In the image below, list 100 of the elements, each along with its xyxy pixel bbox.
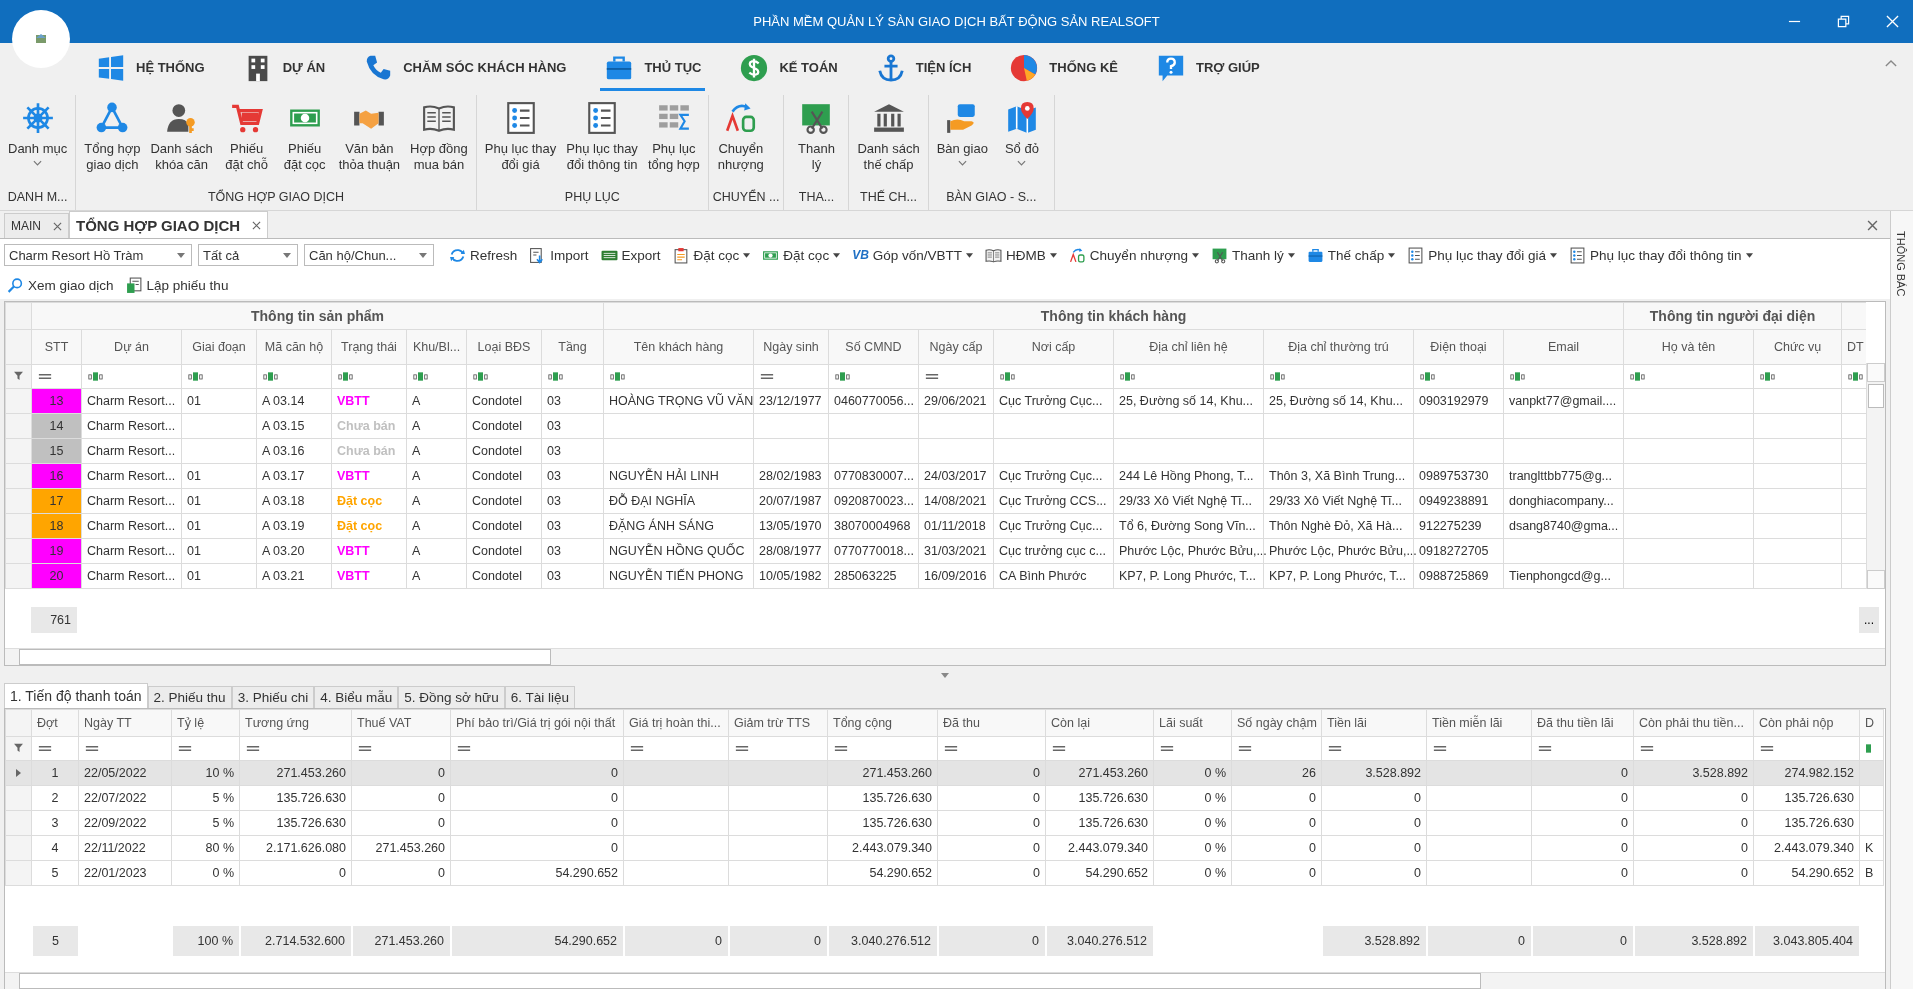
filter-field[interactable] xyxy=(828,364,919,389)
ribbon-tab[interactable]: KẾ TOÁN xyxy=(735,47,842,91)
filter-field[interactable] xyxy=(1413,364,1504,389)
column-header[interactable]: Tổng cộng xyxy=(827,709,938,737)
filter-field[interactable] xyxy=(181,364,257,389)
toolbar-button[interactable]: Đặt cọc xyxy=(759,244,844,266)
column-header[interactable]: Còn lại xyxy=(1045,709,1154,737)
toolbar-button[interactable]: Thế chấp xyxy=(1303,244,1399,266)
scrollbar[interactable] xyxy=(1866,363,1885,589)
column-header[interactable]: Loại BĐS xyxy=(466,329,542,365)
toolbar-button[interactable]: Phụ lục thay đổi thông tin xyxy=(1566,244,1756,266)
filter-field[interactable] xyxy=(256,364,332,389)
tab[interactable]: 1. Tiến độ thanh toán xyxy=(4,683,148,708)
ribbon-tab[interactable]: THỦ TỤC xyxy=(600,47,706,91)
app-logo[interactable] xyxy=(12,10,70,68)
tab[interactable]: 2. Phiếu thu xyxy=(147,686,232,708)
column-header[interactable]: Tiền miễn lãi xyxy=(1426,709,1532,737)
ribbon-button[interactable]: Văn bản thỏa thuận xyxy=(334,101,405,185)
toolbar-button[interactable]: Thanh lý xyxy=(1208,244,1298,266)
filter-field[interactable] xyxy=(753,364,829,389)
ribbon-button[interactable]: Phụ lục tổng hợp xyxy=(643,101,704,185)
ribbon-tab[interactable]: DỰ ÁN xyxy=(238,47,330,91)
close-icon[interactable] xyxy=(252,220,262,230)
ribbon-tab[interactable]: TIỆN ÍCH xyxy=(871,47,976,91)
column-header[interactable]: Số ngày chậm xyxy=(1231,709,1322,737)
column-header[interactable]: Đã thu xyxy=(937,709,1046,737)
tab[interactable]: 6. Tài liệu xyxy=(504,686,575,708)
filter-field[interactable] xyxy=(239,736,352,761)
column-header[interactable]: Tên khách hàng xyxy=(603,329,754,365)
filter-field[interactable] xyxy=(1231,736,1322,761)
column-header[interactable]: Khu/Bl... xyxy=(406,329,467,365)
column-header[interactable]: Email xyxy=(1503,329,1624,365)
filter-field[interactable] xyxy=(1623,364,1754,389)
filter-field[interactable] xyxy=(1263,364,1414,389)
side-tab[interactable]: THÔNG BÁC xyxy=(1895,211,1907,297)
filter-field[interactable] xyxy=(1859,736,1884,761)
column-header[interactable]: Đợt xyxy=(31,709,79,737)
column-header[interactable]: Giai đoạn xyxy=(181,329,257,365)
filter-field[interactable] xyxy=(728,736,828,761)
filter-field[interactable] xyxy=(31,364,82,389)
column-header[interactable]: Còn phải nộp xyxy=(1753,709,1860,737)
toolbar-button[interactable]: Export xyxy=(597,244,664,266)
column-header[interactable]: Dự án xyxy=(81,329,182,365)
filter-field[interactable] xyxy=(466,364,542,389)
tab[interactable]: 3. Phiếu chi xyxy=(231,686,315,708)
column-header[interactable]: Phí bảo trì/Giá trị gói nội thất xyxy=(450,709,624,737)
ribbon-button[interactable]: Phụ lục thay đổi giá xyxy=(480,101,561,185)
ribbon-button[interactable]: Danh sách khóa căn xyxy=(146,101,217,185)
column-header[interactable]: Tầng xyxy=(541,329,604,365)
toolbar-button[interactable]: Lập phiếu thu xyxy=(122,274,232,296)
column-header[interactable]: D xyxy=(1859,709,1884,737)
filter-field[interactable] xyxy=(1426,736,1532,761)
toolbar-button[interactable]: Chuyển nhượng xyxy=(1065,244,1203,266)
toolbar-button[interactable]: VB Góp vốn/VBTT xyxy=(849,245,977,265)
ribbon-button[interactable]: Phiếu đặt cọc xyxy=(276,101,333,185)
ribbon-button[interactable]: Danh sách thế chấp xyxy=(853,101,924,185)
toolbar-button[interactable]: Import xyxy=(526,244,592,266)
dropdown-field[interactable]: Căn hộ/Chun... xyxy=(304,244,434,266)
close-icon[interactable] xyxy=(53,221,62,231)
toolbar-button[interactable]: Refresh xyxy=(446,244,521,266)
filter-field[interactable] xyxy=(1531,736,1634,761)
filter-field[interactable] xyxy=(603,364,754,389)
scrollbar[interactable] xyxy=(5,648,1885,665)
filter-field[interactable] xyxy=(331,364,407,389)
column-header[interactable]: Ngày cấp xyxy=(918,329,994,365)
filter-field[interactable] xyxy=(1045,736,1154,761)
ribbon-button[interactable]: Thanh lý xyxy=(788,101,845,185)
ribbon-tab[interactable]: THỐNG KÊ xyxy=(1005,47,1122,91)
filter-field[interactable] xyxy=(78,736,172,761)
column-header[interactable]: Còn phải thu tiền... xyxy=(1633,709,1754,737)
ribbon-button[interactable]: Phụ lục thay đổi thông tin xyxy=(562,101,642,185)
column-header[interactable]: Số CMND xyxy=(828,329,919,365)
close-icon[interactable] xyxy=(1867,220,1878,231)
ribbon-button[interactable]: Bàn giao xyxy=(932,101,992,185)
ribbon-tab[interactable]: CHĂM SÓC KHÁCH HÀNG xyxy=(359,47,571,91)
dropdown-field[interactable]: Charm Resort Hồ Tràm xyxy=(4,244,192,266)
filter-field[interactable] xyxy=(1633,736,1754,761)
column-header[interactable]: Ngày sinh xyxy=(753,329,829,365)
chevron-up-icon[interactable] xyxy=(1885,59,1897,68)
filter-field[interactable] xyxy=(1753,736,1860,761)
filter-field[interactable] xyxy=(623,736,729,761)
filter-field[interactable] xyxy=(918,364,994,389)
tab[interactable]: 5. Đồng sở hữu xyxy=(398,686,505,708)
toolbar-button[interactable]: Phụ lục thay đổi giá xyxy=(1404,244,1560,266)
column-header[interactable]: Điện thoại xyxy=(1413,329,1504,365)
column-header[interactable]: Đã thu tiền lãi xyxy=(1531,709,1634,737)
filter-field[interactable] xyxy=(351,736,451,761)
filter-field[interactable] xyxy=(1321,736,1427,761)
caret-icon[interactable] xyxy=(941,672,949,678)
ribbon-button[interactable]: Danh mục xyxy=(4,101,72,185)
filter-field[interactable] xyxy=(827,736,938,761)
column-header[interactable]: Giá trị hoàn thi... xyxy=(623,709,729,737)
more-button[interactable]: ... xyxy=(1859,607,1879,633)
filter-field[interactable] xyxy=(450,736,624,761)
scrollbar[interactable] xyxy=(5,972,1885,989)
column-header[interactable]: Họ và tên xyxy=(1623,329,1754,365)
column-header[interactable]: Địa chỉ thường trú xyxy=(1263,329,1414,365)
column-header[interactable]: Mã căn hộ xyxy=(256,329,332,365)
column-header[interactable]: Trạng thái xyxy=(331,329,407,365)
filter-field[interactable] xyxy=(31,736,79,761)
